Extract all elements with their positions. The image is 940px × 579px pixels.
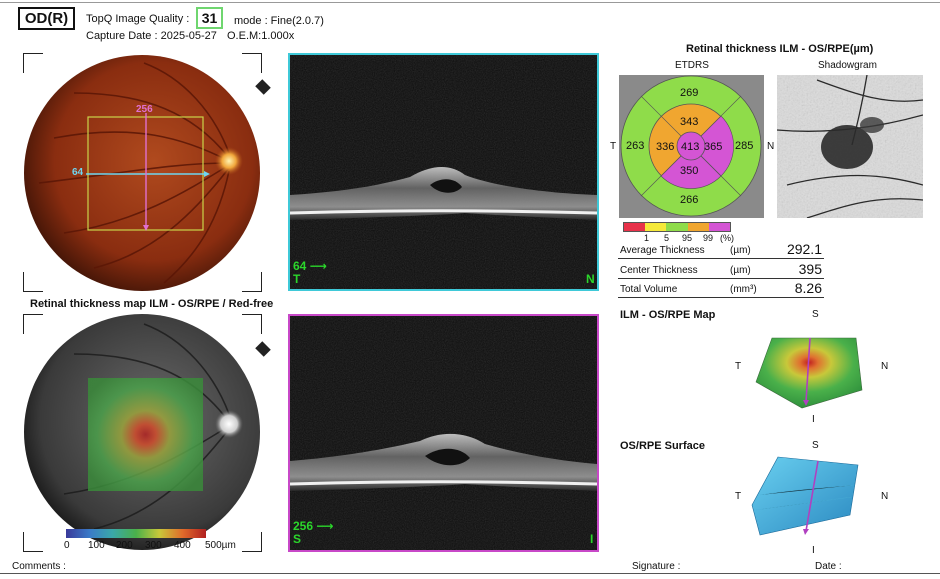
scan-mode: mode : Fine(2.0.7)	[234, 15, 324, 27]
etdrs-side-right: N	[767, 141, 775, 152]
oct-bscan-horizontal[interactable]	[288, 53, 599, 291]
arrow-right-icon: ⟶	[316, 519, 334, 533]
etdrs-inner-nasal: 365	[704, 141, 723, 153]
arrow-right-icon: ⟶	[309, 259, 327, 273]
surface3d-bottom-label: I	[812, 545, 815, 556]
thickness-color-scale	[66, 529, 206, 538]
signature-label: Signature :	[632, 561, 681, 572]
oct-bscan-vertical[interactable]	[288, 314, 599, 552]
measurement-value: 8.26	[794, 280, 822, 296]
measurement-value: 292.1	[786, 241, 822, 257]
surface3d-render[interactable]	[750, 455, 865, 540]
measurement-unit: (mm³)	[730, 284, 757, 295]
measurement-row-average: Average Thickness (µm) 292.1	[618, 240, 824, 259]
top-rule	[0, 2, 940, 3]
scale-tick: 0	[64, 540, 70, 551]
etdrs-inner-superior: 343	[680, 116, 699, 128]
surface3d-top-label: S	[812, 440, 819, 451]
legend-swatch	[624, 223, 646, 231]
oct-top-to-label: N	[586, 272, 595, 286]
map3d-top-label: S	[812, 309, 819, 320]
oct-bottom-scan-number: 256 ⟶	[293, 519, 334, 533]
measurement-name: Total Volume	[620, 284, 678, 295]
measurement-unit: (µm)	[730, 265, 751, 276]
measurement-row-center: Center Thickness (µm) 395	[618, 260, 824, 279]
scale-tick: 400	[174, 540, 191, 551]
etdrs-outer-superior: 269	[680, 87, 699, 99]
map3d-left-label: T	[735, 361, 742, 372]
map3d-bottom-label: I	[812, 414, 815, 425]
eye-laterality-badge: OD(R)	[18, 7, 75, 30]
map3d-title: ILM - OS/RPE Map	[620, 309, 716, 321]
scale-tick: 100	[88, 540, 105, 551]
fundus-redfree-thickness-map[interactable]	[24, 314, 264, 554]
etdrs-center: 413	[681, 141, 700, 153]
shadowgram-image[interactable]	[776, 74, 924, 219]
oct-bottom-to-label: I	[590, 532, 594, 546]
scale-tick: 500µm	[205, 540, 236, 551]
fundus-color-image[interactable]	[24, 53, 264, 293]
legend-swatch	[666, 223, 688, 231]
etdrs-inner-temporal: 336	[656, 141, 675, 153]
capture-date: Capture Date : 2025-05-27	[86, 30, 217, 42]
scan-h-label: 64	[72, 167, 84, 178]
thickness-map-title: Retinal thickness map ILM - OS/RPE / Red…	[30, 298, 274, 310]
measurement-name: Average Thickness	[620, 245, 705, 256]
etdrs-outer-inferior: 266	[680, 194, 699, 206]
surface3d-right-label: N	[881, 491, 889, 502]
etdrs-section-title: Retinal thickness ILM - OS/RPE(µm)	[686, 43, 874, 55]
legend-swatch	[645, 223, 667, 231]
etdrs-side-left: T	[610, 141, 617, 152]
legend-swatch	[708, 223, 731, 231]
quality-label: TopQ Image Quality :	[86, 13, 190, 25]
scan-v-label: 256	[136, 104, 153, 115]
map3d-surface[interactable]	[752, 330, 864, 412]
quality-value-badge: 31	[196, 7, 223, 29]
measurement-unit: (µm)	[730, 245, 751, 256]
etdrs-percentile-legend	[623, 222, 731, 232]
scale-tick: 300	[145, 540, 162, 551]
comments-label: Comments :	[12, 561, 66, 572]
map3d-right-label: N	[881, 361, 889, 372]
etdrs-outer-nasal: 285	[735, 140, 754, 152]
measurement-name: Center Thickness	[620, 265, 698, 276]
etdrs-outer-temporal: 263	[626, 140, 645, 152]
measurement-value: 395	[798, 261, 822, 277]
scale-tick: 200	[116, 540, 133, 551]
shadowgram-label: Shadowgram	[818, 60, 877, 71]
oct-top-scan-number: 64 ⟶	[293, 259, 327, 273]
surface3d-left-label: T	[735, 491, 742, 502]
date-label: Date :	[815, 561, 842, 572]
etdrs-inner-inferior: 350	[680, 165, 699, 177]
oem-value: O.E.M:1.000x	[227, 30, 295, 42]
oct-bottom-from-label: S	[293, 532, 302, 546]
measurement-row-volume: Total Volume (mm³) 8.26	[618, 279, 824, 298]
bottom-rule	[0, 573, 940, 574]
surface3d-title: OS/RPE Surface	[620, 440, 705, 452]
legend-swatch	[687, 223, 709, 231]
oct-top-from-label: T	[293, 272, 301, 286]
etdrs-label: ETDRS	[675, 60, 709, 71]
